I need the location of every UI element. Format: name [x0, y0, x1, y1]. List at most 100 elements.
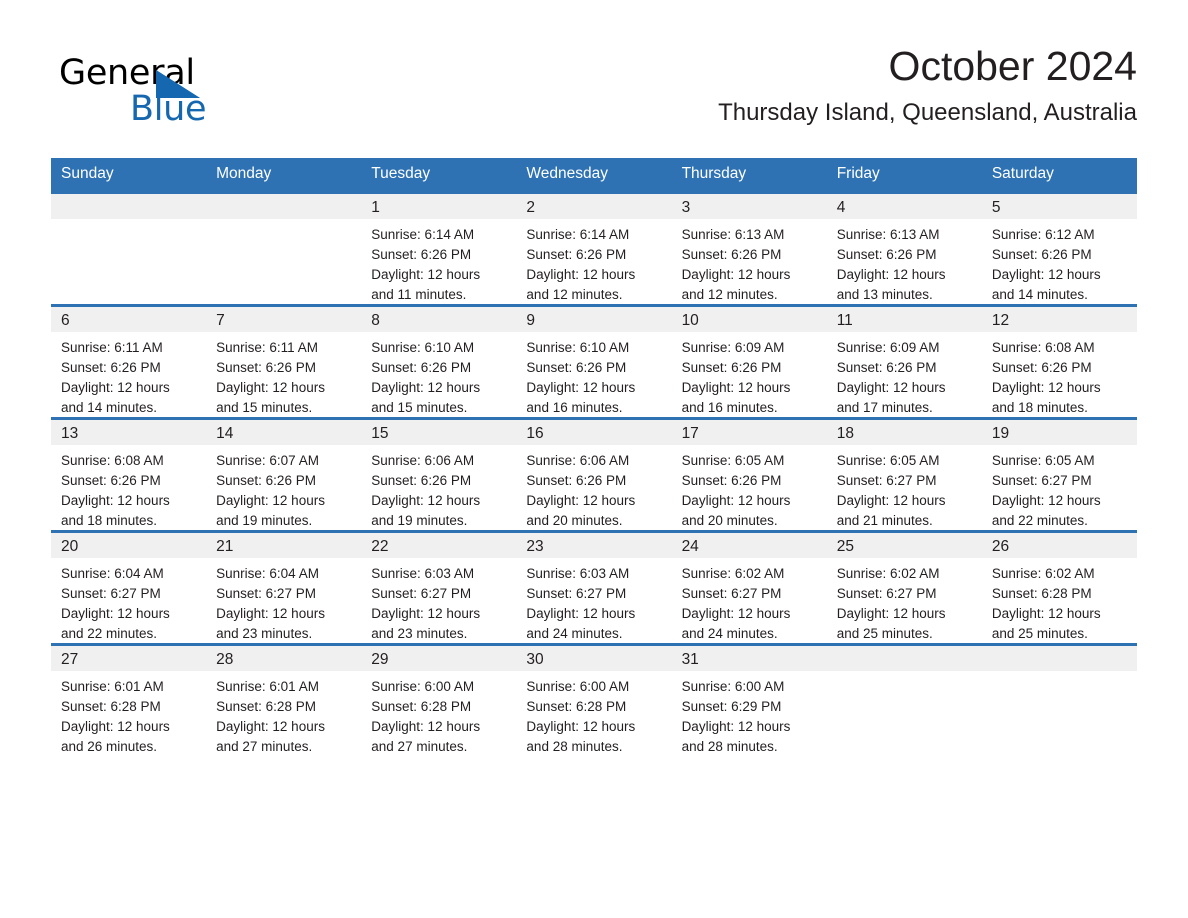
- calendar-day-cell[interactable]: 1 Sunrise: 6:14 AM Sunset: 6:26 PM Daylight…: [361, 191, 517, 306]
- day-detail-sunset: Sunset: 6:26 PM: [371, 473, 472, 488]
- day-detail-daylight1: Daylight: 12 hours: [681, 267, 791, 282]
- day-number: 12: [981, 307, 1137, 332]
- calendar-day-cell-empty: [826, 643, 982, 756]
- weekday-header-thursday: Thursday: [671, 158, 827, 193]
- day-detail-daylight2: and 23 minutes.: [371, 626, 468, 641]
- calendar-page: General Blue October 2024 Thursday Islan…: [0, 0, 1188, 918]
- day-detail-sunset: Sunset: 6:26 PM: [371, 247, 472, 262]
- calendar-day-cell[interactable]: 27 Sunrise: 6:01 AM Sunset: 6:28 PM Dayligh…: [51, 643, 207, 756]
- day-detail-sunrise: Sunrise: 6:11 AM: [216, 340, 318, 355]
- calendar-day-cell[interactable]: 17 Sunrise: 6:05 AM Sunset: 6:26 PM Dayligh…: [671, 417, 827, 532]
- day-box: 3 Sunrise: 6:13 AM Sunset: 6:26 PM Daylight…: [671, 194, 827, 305]
- calendar-day-cell[interactable]: 8 Sunrise: 6:10 AM Sunset: 6:26 PM Daylight…: [361, 304, 517, 419]
- day-detail-daylight1: Daylight: 12 hours: [836, 493, 946, 508]
- title-block: October 2024 Thursday Island, Queensland…: [718, 40, 1137, 130]
- day-number: 2: [516, 194, 672, 219]
- calendar-day-cell[interactable]: 2 Sunrise: 6:14 AM Sunset: 6:26 PM Daylight…: [516, 191, 672, 306]
- day-detail-daylight1: Daylight: 12 hours: [991, 267, 1101, 282]
- day-detail-daylight1: Daylight: 12 hours: [61, 380, 170, 395]
- day-number: 25: [826, 533, 982, 558]
- calendar-day-cell[interactable]: 5 Sunrise: 6:12 AM Sunset: 6:26 PM Daylight…: [981, 191, 1137, 306]
- day-detail-sunrise: Sunrise: 6:12 AM: [991, 227, 1095, 242]
- day-detail-sunrise: Sunrise: 6:02 AM: [681, 566, 785, 581]
- calendar-day-cell[interactable]: 22 Sunrise: 6:03 AM Sunset: 6:27 PM Dayligh…: [361, 530, 517, 645]
- day-detail-sunset: Sunset: 6:26 PM: [61, 360, 161, 375]
- calendar-day-cell[interactable]: 18 Sunrise: 6:05 AM Sunset: 6:27 PM Dayligh…: [826, 417, 982, 532]
- day-detail-daylight2: and 27 minutes.: [216, 739, 313, 754]
- day-box: 11 Sunrise: 6:09 AM Sunset: 6:26 PM Dayligh…: [826, 307, 982, 417]
- calendar-day-cell[interactable]: 31 Sunrise: 6:00 AM Sunset: 6:29 PM Dayligh…: [671, 643, 827, 756]
- day-detail-daylight1: Daylight: 12 hours: [526, 493, 636, 508]
- day-detail-sunrise: Sunrise: 6:00 AM: [526, 679, 630, 694]
- page-subtitle: Thursday Island, Queensland, Australia: [718, 99, 1137, 126]
- calendar-week-row: 27 Sunrise: 6:01 AM Sunset: 6:28 PM Dayligh…: [51, 643, 1137, 756]
- calendar-day-cell[interactable]: 23 Sunrise: 6:03 AM Sunset: 6:27 PM Dayligh…: [516, 530, 672, 645]
- calendar-day-cell[interactable]: 9 Sunrise: 6:10 AM Sunset: 6:26 PM Daylight…: [516, 304, 672, 419]
- calendar-day-cell[interactable]: 12 Sunrise: 6:08 AM Sunset: 6:26 PM Dayligh…: [981, 304, 1137, 419]
- day-detail-daylight2: and 25 minutes.: [991, 626, 1088, 641]
- weekday-header-friday: Friday: [826, 158, 982, 193]
- day-detail-daylight2: and 20 minutes.: [681, 513, 778, 528]
- calendar-day-cell[interactable]: 25 Sunrise: 6:02 AM Sunset: 6:27 PM Dayligh…: [826, 530, 982, 645]
- calendar-day-cell[interactable]: 14 Sunrise: 6:07 AM Sunset: 6:26 PM Dayligh…: [206, 417, 362, 532]
- calendar-day-cell[interactable]: 6 Sunrise: 6:11 AM Sunset: 6:26 PM Daylight…: [51, 304, 207, 419]
- weekday-header-saturday: Saturday: [981, 158, 1137, 193]
- day-detail-daylight2: and 22 minutes.: [991, 513, 1088, 528]
- day-detail-daylight1: Daylight: 12 hours: [371, 606, 481, 621]
- day-detail-sunrise: Sunrise: 6:08 AM: [61, 453, 164, 468]
- day-box: 25 Sunrise: 6:02 AM Sunset: 6:27 PM Dayligh…: [826, 533, 982, 643]
- day-detail-daylight1: Daylight: 12 hours: [681, 380, 791, 395]
- day-detail-daylight1: Daylight: 12 hours: [526, 380, 636, 395]
- day-number: 30: [516, 646, 672, 671]
- day-detail-sunset: Sunset: 6:28 PM: [371, 699, 472, 714]
- day-detail-sunset: Sunset: 6:28 PM: [526, 699, 627, 714]
- day-detail-sunset: Sunset: 6:28 PM: [216, 699, 316, 714]
- day-detail-daylight2: and 13 minutes.: [836, 287, 933, 302]
- day-detail-sunset: Sunset: 6:27 PM: [991, 473, 1092, 488]
- calendar-day-cell[interactable]: 10 Sunrise: 6:09 AM Sunset: 6:26 PM Dayligh…: [671, 304, 827, 419]
- calendar-day-cell[interactable]: 24 Sunrise: 6:02 AM Sunset: 6:27 PM Dayligh…: [671, 530, 827, 645]
- day-detail-sunrise: Sunrise: 6:04 AM: [61, 566, 164, 581]
- calendar-day-cell[interactable]: 19 Sunrise: 6:05 AM Sunset: 6:27 PM Dayligh…: [981, 417, 1137, 532]
- day-details: Sunrise: 6:13 AM Sunset: 6:26 PM Daylight:…: [827, 219, 982, 305]
- calendar-day-cell[interactable]: 29 Sunrise: 6:00 AM Sunset: 6:28 PM Dayligh…: [361, 643, 517, 756]
- calendar-day-cell[interactable]: 30 Sunrise: 6:00 AM Sunset: 6:28 PM Dayligh…: [516, 643, 672, 756]
- calendar-day-cell[interactable]: 11 Sunrise: 6:09 AM Sunset: 6:26 PM Dayligh…: [826, 304, 982, 419]
- day-details: Sunrise: 6:05 AM Sunset: 6:27 PM Daylight:…: [827, 445, 982, 531]
- calendar-day-cell[interactable]: 13 Sunrise: 6:08 AM Sunset: 6:26 PM Dayligh…: [51, 417, 207, 532]
- day-box: 14 Sunrise: 6:07 AM Sunset: 6:26 PM Dayligh…: [206, 420, 362, 530]
- calendar-day-cell[interactable]: 28 Sunrise: 6:01 AM Sunset: 6:28 PM Dayligh…: [206, 643, 362, 756]
- day-details: Sunrise: 6:02 AM Sunset: 6:28 PM Daylight:…: [982, 558, 1137, 644]
- generalblue-logo[interactable]: General Blue: [59, 54, 259, 130]
- day-detail-daylight1: Daylight: 12 hours: [216, 380, 325, 395]
- calendar-day-cell-empty: [51, 191, 207, 306]
- calendar-day-cell[interactable]: 16 Sunrise: 6:06 AM Sunset: 6:26 PM Dayligh…: [516, 417, 672, 532]
- calendar-day-cell[interactable]: 26 Sunrise: 6:02 AM Sunset: 6:28 PM Dayligh…: [981, 530, 1137, 645]
- day-number: 24: [671, 533, 827, 558]
- calendar-day-cell[interactable]: 15 Sunrise: 6:06 AM Sunset: 6:26 PM Dayligh…: [361, 417, 517, 532]
- day-detail-daylight1: Daylight: 12 hours: [836, 267, 946, 282]
- day-number: 3: [671, 194, 827, 219]
- day-detail-daylight2: and 18 minutes.: [61, 513, 158, 528]
- day-number: 28: [206, 646, 362, 671]
- day-number: 11: [826, 307, 982, 332]
- day-detail-sunrise: Sunrise: 6:03 AM: [526, 566, 630, 581]
- calendar-day-cell[interactable]: 7 Sunrise: 6:11 AM Sunset: 6:26 PM Daylight…: [206, 304, 362, 419]
- day-detail-sunset: Sunset: 6:26 PM: [681, 247, 782, 262]
- day-detail-daylight1: Daylight: 12 hours: [681, 606, 791, 621]
- calendar-day-cell[interactable]: 21 Sunrise: 6:04 AM Sunset: 6:27 PM Dayligh…: [206, 530, 362, 645]
- day-box: [981, 646, 1137, 756]
- calendar-day-cell[interactable]: 4 Sunrise: 6:13 AM Sunset: 6:26 PM Daylight…: [826, 191, 982, 306]
- calendar-day-cell[interactable]: 3 Sunrise: 6:13 AM Sunset: 6:26 PM Daylight…: [671, 191, 827, 306]
- calendar-day-cell[interactable]: 20 Sunrise: 6:04 AM Sunset: 6:27 PM Dayligh…: [51, 530, 207, 645]
- day-detail-sunset: Sunset: 6:26 PM: [681, 360, 782, 375]
- day-number: 23: [516, 533, 672, 558]
- day-details: Sunrise: 6:04 AM Sunset: 6:27 PM Daylight:…: [206, 558, 361, 644]
- day-box: 4 Sunrise: 6:13 AM Sunset: 6:26 PM Daylight…: [826, 194, 982, 305]
- day-detail-sunrise: Sunrise: 6:05 AM: [991, 453, 1095, 468]
- day-details: Sunrise: 6:05 AM Sunset: 6:26 PM Daylight:…: [672, 445, 827, 531]
- day-details: Sunrise: 6:13 AM Sunset: 6:26 PM Daylight:…: [672, 219, 827, 305]
- day-detail-sunset: Sunset: 6:27 PM: [836, 586, 937, 601]
- day-detail-sunset: Sunset: 6:27 PM: [216, 586, 316, 601]
- day-detail-daylight2: and 24 minutes.: [681, 626, 778, 641]
